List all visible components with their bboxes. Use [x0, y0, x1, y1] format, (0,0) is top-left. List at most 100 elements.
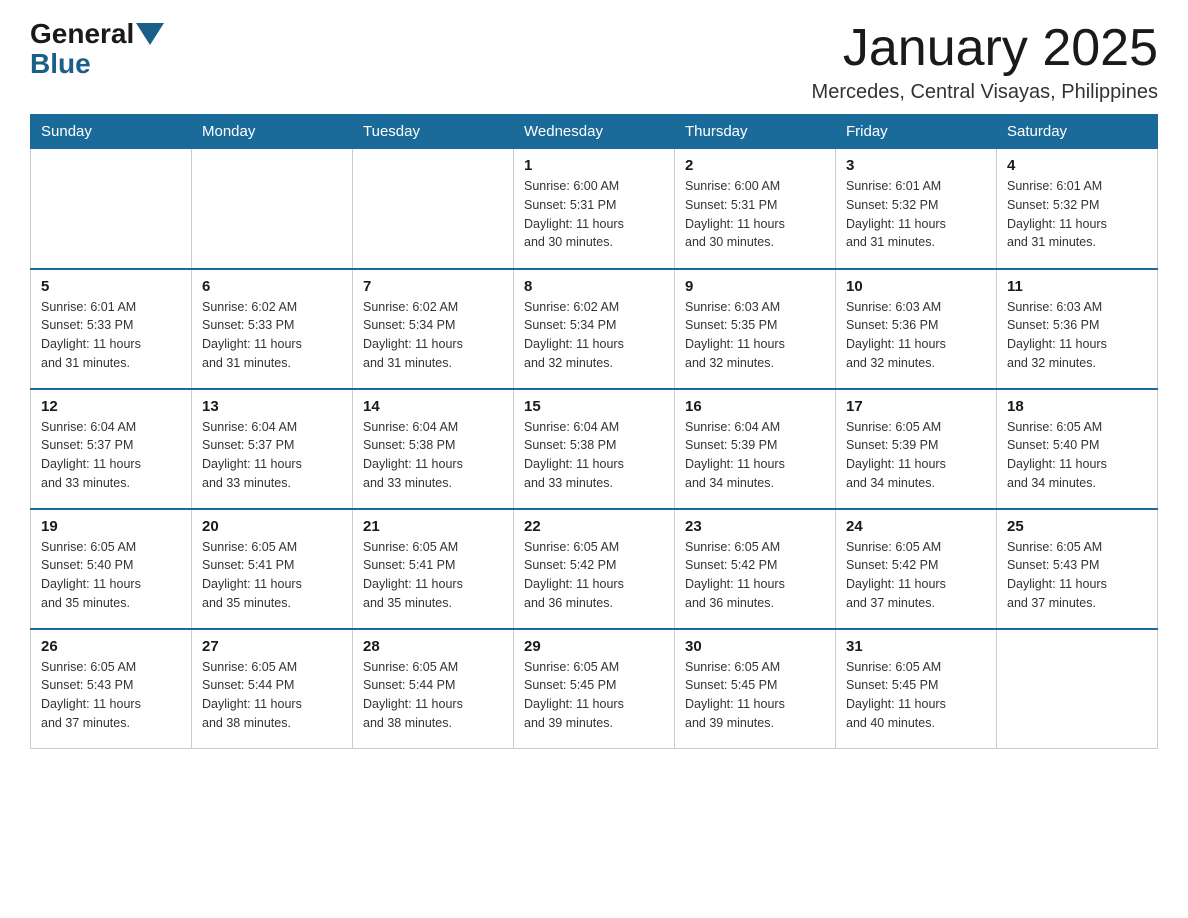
- calendar-cell: [31, 149, 192, 269]
- day-number: 15: [524, 398, 664, 415]
- day-info: Sunrise: 6:04 AM Sunset: 5:38 PM Dayligh…: [524, 418, 664, 493]
- day-info: Sunrise: 6:05 AM Sunset: 5:44 PM Dayligh…: [363, 658, 503, 733]
- calendar-cell: 30Sunrise: 6:05 AM Sunset: 5:45 PM Dayli…: [675, 629, 836, 749]
- day-number: 17: [846, 398, 986, 415]
- day-number: 31: [846, 638, 986, 655]
- calendar-cell: [997, 629, 1158, 749]
- day-number: 14: [363, 398, 503, 415]
- day-info: Sunrise: 6:05 AM Sunset: 5:42 PM Dayligh…: [685, 538, 825, 613]
- calendar-subtitle: Mercedes, Central Visayas, Philippines: [812, 81, 1158, 104]
- day-number: 9: [685, 278, 825, 295]
- weekday-header-monday: Monday: [192, 115, 353, 149]
- day-info: Sunrise: 6:02 AM Sunset: 5:33 PM Dayligh…: [202, 298, 342, 373]
- calendar-cell: 26 Sunrise: 6:05 AM Sunset: 5:43 PM Dayli…: [31, 629, 192, 749]
- day-info: Sunrise: 6:01 AM Sunset: 5:33 PM Dayligh…: [41, 298, 181, 373]
- calendar-cell: 27 Sunrise: 6:05 AM Sunset: 5:44 PM Dayli…: [192, 629, 353, 749]
- calendar-cell: 15 Sunrise: 6:04 AM Sunset: 5:38 PM Dayli…: [514, 389, 675, 509]
- weekday-header-saturday: Saturday: [997, 115, 1158, 149]
- day-info: Sunrise: 6:03 AM Sunset: 5:36 PM Dayligh…: [846, 298, 986, 373]
- calendar-week-row: 26 Sunrise: 6:05 AM Sunset: 5:43 PM Dayli…: [31, 629, 1158, 749]
- logo-text: General: [30, 20, 164, 48]
- day-number: 1: [524, 157, 664, 174]
- day-info: Sunrise: 6:03 AM Sunset: 5:35 PM Dayligh…: [685, 298, 825, 373]
- calendar-cell: 23 Sunrise: 6:05 AM Sunset: 5:42 PM Dayli…: [675, 509, 836, 629]
- logo-blue-text: Blue: [30, 48, 91, 80]
- day-info: Sunrise: 6:04 AM Sunset: 5:37 PM Dayligh…: [202, 418, 342, 493]
- day-info: Sunrise: 6:02 AM Sunset: 5:34 PM Dayligh…: [363, 298, 503, 373]
- day-number: 26: [41, 638, 181, 655]
- day-info: Sunrise: 6:00 AM Sunset: 5:31 PM Dayligh…: [685, 177, 825, 252]
- day-info: Sunrise: 6:05 AM Sunset: 5:44 PM Dayligh…: [202, 658, 342, 733]
- day-info: Sunrise: 6:05 AM Sunset: 5:45 PM Dayligh…: [685, 658, 825, 733]
- calendar-title: January 2025: [812, 20, 1158, 77]
- calendar-cell: 17Sunrise: 6:05 AM Sunset: 5:39 PM Dayli…: [836, 389, 997, 509]
- calendar-week-row: 5 Sunrise: 6:01 AM Sunset: 5:33 PM Daylig…: [31, 269, 1158, 389]
- calendar-cell: 18 Sunrise: 6:05 AM Sunset: 5:40 PM Dayli…: [997, 389, 1158, 509]
- calendar-week-row: 12 Sunrise: 6:04 AM Sunset: 5:37 PM Dayli…: [31, 389, 1158, 509]
- day-number: 23: [685, 518, 825, 535]
- calendar-cell: 6Sunrise: 6:02 AM Sunset: 5:33 PM Daylig…: [192, 269, 353, 389]
- weekday-header-tuesday: Tuesday: [353, 115, 514, 149]
- calendar-cell: 16 Sunrise: 6:04 AM Sunset: 5:39 PM Dayli…: [675, 389, 836, 509]
- day-number: 7: [363, 278, 503, 295]
- day-number: 3: [846, 157, 986, 174]
- day-info: Sunrise: 6:05 AM Sunset: 5:41 PM Dayligh…: [363, 538, 503, 613]
- day-info: Sunrise: 6:05 AM Sunset: 5:42 PM Dayligh…: [846, 538, 986, 613]
- day-number: 18: [1007, 398, 1147, 415]
- weekday-header-wednesday: Wednesday: [514, 115, 675, 149]
- day-info: Sunrise: 6:05 AM Sunset: 5:42 PM Dayligh…: [524, 538, 664, 613]
- logo-arrow-icon: [136, 23, 164, 45]
- day-info: Sunrise: 6:04 AM Sunset: 5:39 PM Dayligh…: [685, 418, 825, 493]
- day-number: 10: [846, 278, 986, 295]
- calendar-cell: 1 Sunrise: 6:00 AM Sunset: 5:31 PM Daylig…: [514, 149, 675, 269]
- calendar-cell: 28 Sunrise: 6:05 AM Sunset: 5:44 PM Dayli…: [353, 629, 514, 749]
- weekday-header-sunday: Sunday: [31, 115, 192, 149]
- calendar-cell: 13 Sunrise: 6:04 AM Sunset: 5:37 PM Dayli…: [192, 389, 353, 509]
- calendar-cell: 9 Sunrise: 6:03 AM Sunset: 5:35 PM Daylig…: [675, 269, 836, 389]
- calendar-cell: 4 Sunrise: 6:01 AM Sunset: 5:32 PM Daylig…: [997, 149, 1158, 269]
- day-info: Sunrise: 6:05 AM Sunset: 5:43 PM Dayligh…: [1007, 538, 1147, 613]
- day-number: 21: [363, 518, 503, 535]
- day-info: Sunrise: 6:03 AM Sunset: 5:36 PM Dayligh…: [1007, 298, 1147, 373]
- weekday-header-friday: Friday: [836, 115, 997, 149]
- calendar-cell: [192, 149, 353, 269]
- calendar-cell: 19Sunrise: 6:05 AM Sunset: 5:40 PM Dayli…: [31, 509, 192, 629]
- page-header: General Blue January 2025 Mercedes, Cent…: [30, 20, 1158, 104]
- day-info: Sunrise: 6:04 AM Sunset: 5:37 PM Dayligh…: [41, 418, 181, 493]
- day-number: 28: [363, 638, 503, 655]
- day-number: 4: [1007, 157, 1147, 174]
- day-number: 12: [41, 398, 181, 415]
- calendar-cell: 12 Sunrise: 6:04 AM Sunset: 5:37 PM Dayli…: [31, 389, 192, 509]
- weekday-header-row: SundayMondayTuesdayWednesdayThursdayFrid…: [31, 115, 1158, 149]
- calendar-cell: 2Sunrise: 6:00 AM Sunset: 5:31 PM Daylig…: [675, 149, 836, 269]
- logo: General Blue: [30, 20, 164, 80]
- calendar-table: SundayMondayTuesdayWednesdayThursdayFrid…: [30, 114, 1158, 749]
- day-info: Sunrise: 6:05 AM Sunset: 5:40 PM Dayligh…: [1007, 418, 1147, 493]
- day-number: 29: [524, 638, 664, 655]
- day-number: 5: [41, 278, 181, 295]
- calendar-cell: 11 Sunrise: 6:03 AM Sunset: 5:36 PM Dayli…: [997, 269, 1158, 389]
- day-info: Sunrise: 6:00 AM Sunset: 5:31 PM Dayligh…: [524, 177, 664, 252]
- day-info: Sunrise: 6:05 AM Sunset: 5:45 PM Dayligh…: [846, 658, 986, 733]
- day-number: 11: [1007, 278, 1147, 295]
- calendar-cell: 22Sunrise: 6:05 AM Sunset: 5:42 PM Dayli…: [514, 509, 675, 629]
- calendar-cell: 25Sunrise: 6:05 AM Sunset: 5:43 PM Dayli…: [997, 509, 1158, 629]
- day-info: Sunrise: 6:05 AM Sunset: 5:40 PM Dayligh…: [41, 538, 181, 613]
- calendar-cell: 8Sunrise: 6:02 AM Sunset: 5:34 PM Daylig…: [514, 269, 675, 389]
- day-info: Sunrise: 6:01 AM Sunset: 5:32 PM Dayligh…: [846, 177, 986, 252]
- day-number: 27: [202, 638, 342, 655]
- day-info: Sunrise: 6:05 AM Sunset: 5:41 PM Dayligh…: [202, 538, 342, 613]
- day-number: 16: [685, 398, 825, 415]
- day-info: Sunrise: 6:05 AM Sunset: 5:43 PM Dayligh…: [41, 658, 181, 733]
- calendar-cell: 31 Sunrise: 6:05 AM Sunset: 5:45 PM Dayli…: [836, 629, 997, 749]
- calendar-cell: 10 Sunrise: 6:03 AM Sunset: 5:36 PM Dayli…: [836, 269, 997, 389]
- day-number: 13: [202, 398, 342, 415]
- calendar-week-row: 19Sunrise: 6:05 AM Sunset: 5:40 PM Dayli…: [31, 509, 1158, 629]
- calendar-cell: [353, 149, 514, 269]
- calendar-cell: 20Sunrise: 6:05 AM Sunset: 5:41 PM Dayli…: [192, 509, 353, 629]
- day-info: Sunrise: 6:01 AM Sunset: 5:32 PM Dayligh…: [1007, 177, 1147, 252]
- calendar-week-row: 1 Sunrise: 6:00 AM Sunset: 5:31 PM Daylig…: [31, 149, 1158, 269]
- calendar-cell: 29Sunrise: 6:05 AM Sunset: 5:45 PM Dayli…: [514, 629, 675, 749]
- logo-general-text: General: [30, 20, 134, 48]
- calendar-cell: 3 Sunrise: 6:01 AM Sunset: 5:32 PM Daylig…: [836, 149, 997, 269]
